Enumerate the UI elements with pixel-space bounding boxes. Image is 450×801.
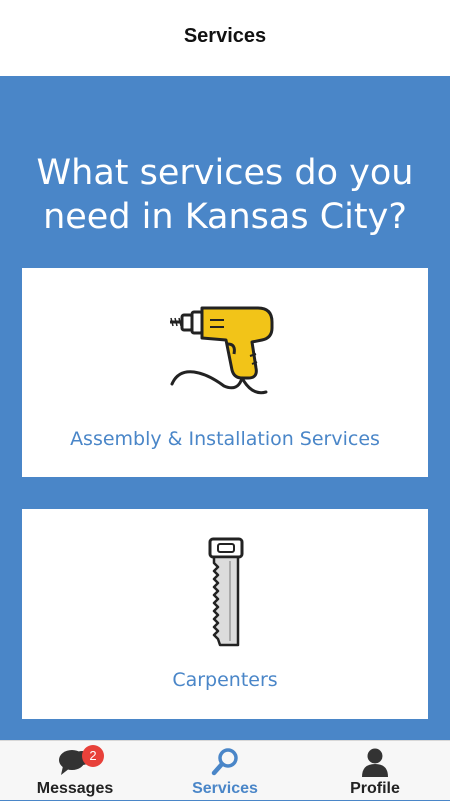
drill-icon [170,306,274,395]
tab-messages[interactable]: 2 Messages [0,741,150,801]
hand-saw-icon [208,537,244,647]
tab-label: Profile [350,780,400,797]
tab-label: Messages [36,780,114,797]
person-icon [362,748,388,777]
service-card-label: Assembly & Installation Services [70,428,380,450]
page-title: Services [183,24,267,47]
bottom-tab-bar: 2 Messages Services Profile [0,740,450,800]
service-card-carpenters[interactable]: Carpenters [22,509,428,719]
tab-label: Services [192,780,258,797]
service-card-assembly[interactable]: Assembly & Installation Services [22,268,428,477]
search-icon [211,748,238,776]
services-content[interactable]: What services do you need in Kansas City… [0,76,450,740]
top-bar: Services [0,0,450,76]
unread-badge: 2 [82,745,104,767]
services-headline: What services do you need in Kansas City… [36,153,414,237]
service-card-label: Carpenters [172,669,278,691]
tab-services[interactable]: Services [150,741,300,801]
tab-profile[interactable]: Profile [300,741,450,801]
